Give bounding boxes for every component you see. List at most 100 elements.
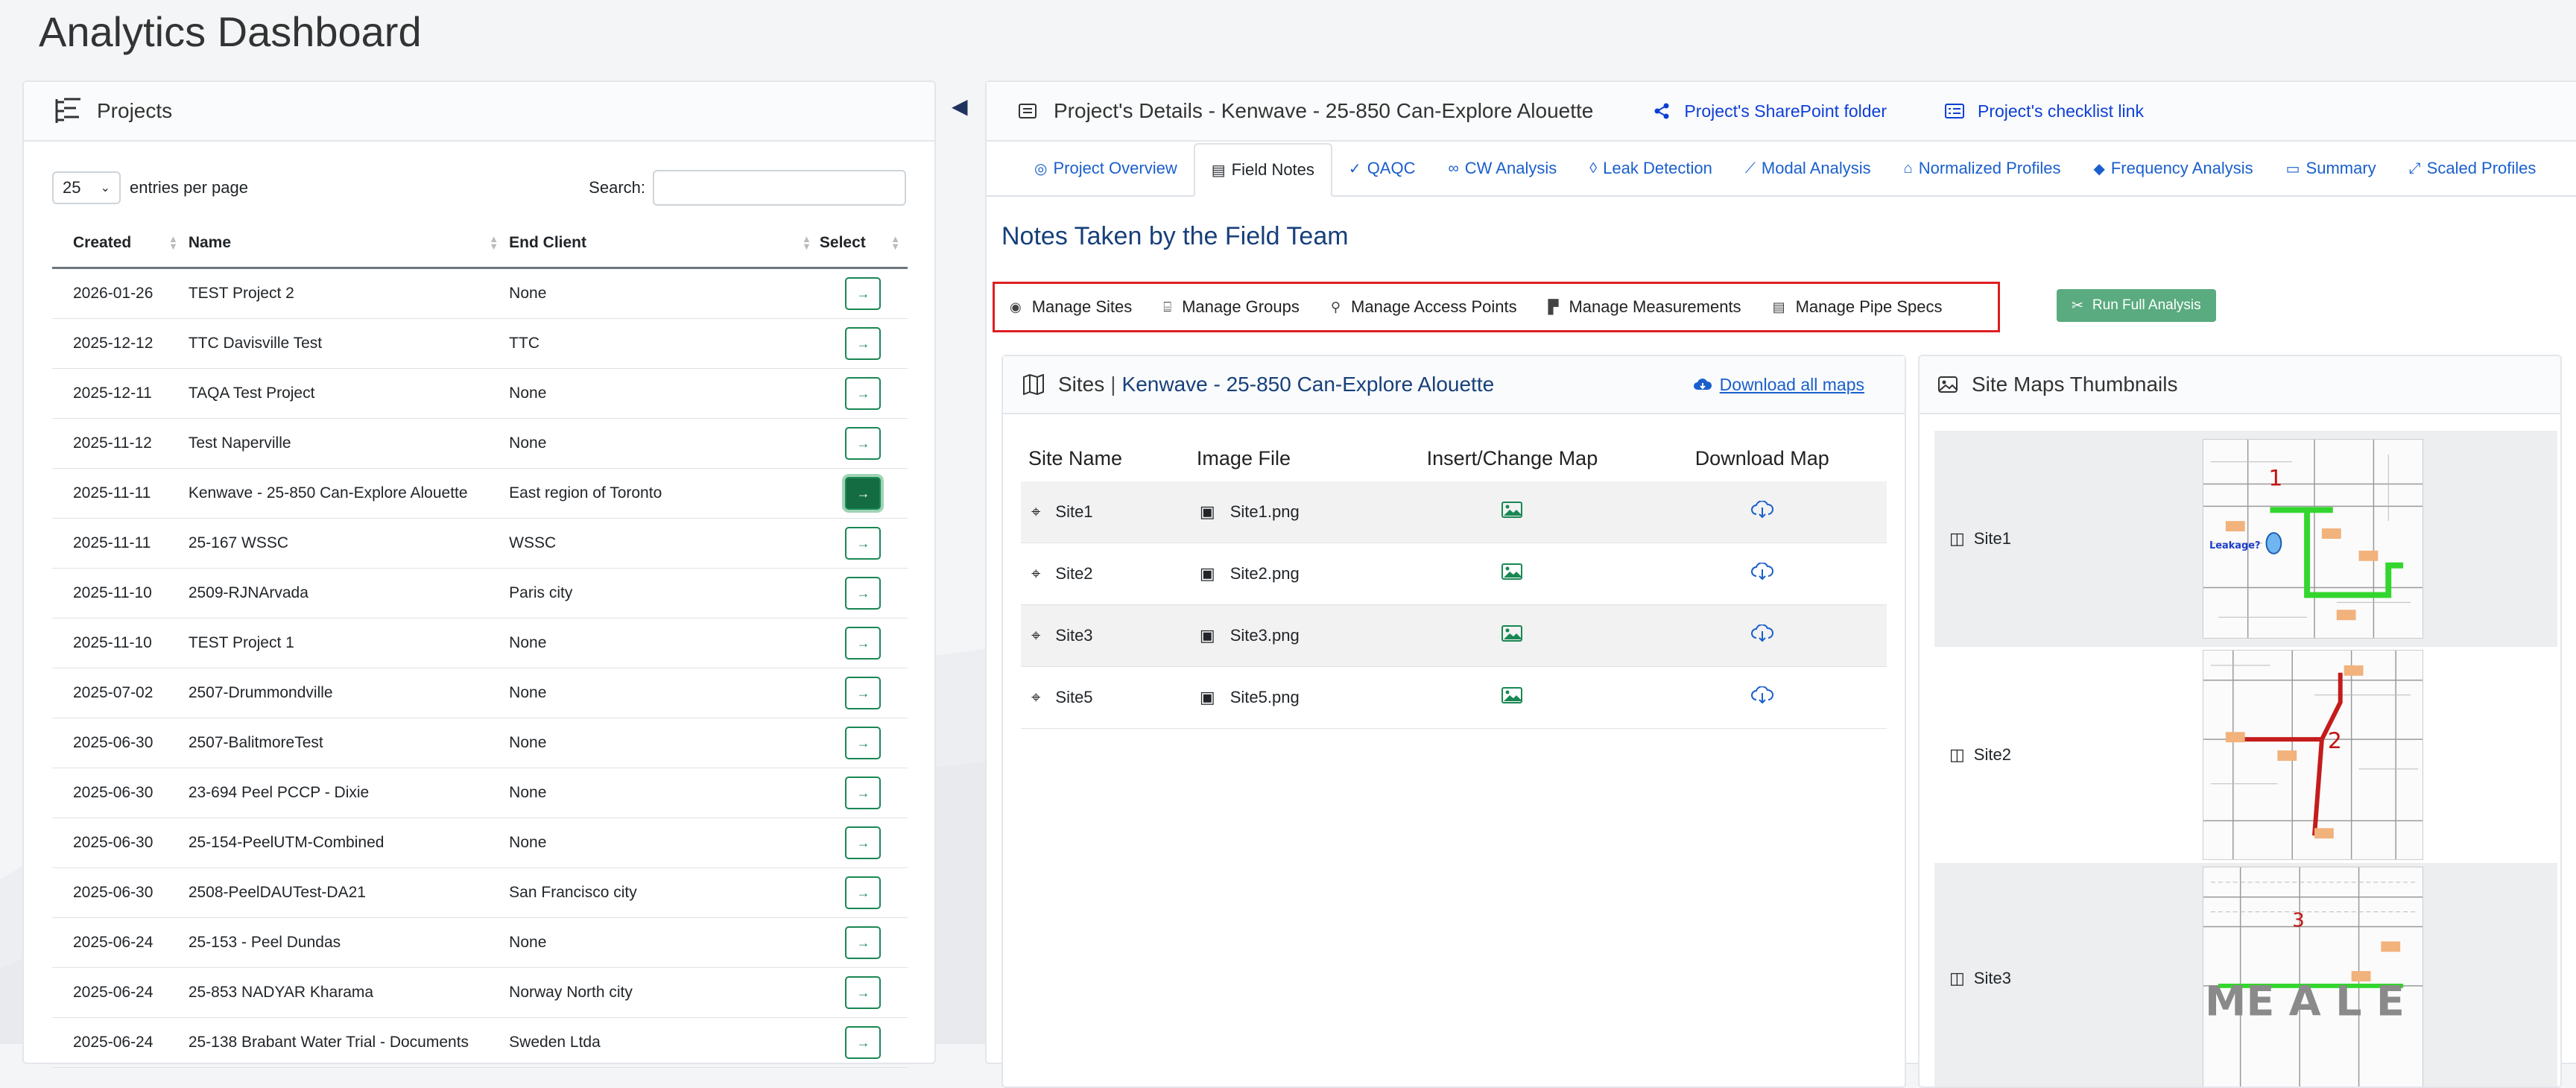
download-all-maps-link[interactable]: Download all maps [1693, 375, 1864, 395]
map-icon: ◫ [1949, 969, 1965, 987]
tab-normalized-profiles[interactable]: ⌂ Normalized Profiles [1887, 142, 2077, 195]
sharepoint-link[interactable]: Project's SharePoint folder [1653, 101, 1887, 121]
select-project-button[interactable]: → [845, 926, 882, 959]
tab-cw-analysis[interactable]: ∞ CW Analysis [1431, 142, 1573, 195]
select-project-button[interactable]: → [845, 427, 882, 460]
tab-label: Frequency Analysis [2110, 159, 2253, 177]
manage-access-points-button[interactable]: ⚲ Manage Access Points [1331, 297, 1517, 317]
tab-icon: ⌂ [1903, 159, 1913, 177]
end-client-cell: Paris city [506, 568, 819, 619]
cloud-download-icon[interactable] [1750, 500, 1773, 519]
select-project-button[interactable]: → [845, 277, 882, 310]
select-project-button[interactable]: → [845, 826, 882, 859]
thumbnails-header: Site Maps Thumbnails [1920, 356, 2560, 414]
tab-frequency-analysis[interactable]: ◆ Frequency Analysis [2077, 142, 2269, 195]
insert-map-image-icon[interactable] [1501, 687, 1523, 703]
select-project-button[interactable]: → [845, 976, 882, 1009]
share-icon [1654, 103, 1669, 119]
column-header-end-client[interactable]: End Client ▲ ▼ [506, 219, 819, 269]
table-row: 2025-11-12 Test Naperville None → [52, 418, 908, 469]
entries-value: 25 [63, 178, 81, 197]
run-full-analysis-button[interactable]: ✂ Run Full Analysis [2057, 289, 2216, 322]
details-header: Project's Details - Kenwave - 25-850 Can… [987, 82, 2576, 142]
name-cell: 25-167 WSSC [185, 518, 507, 569]
thumbnail-row: ◫ Site1 Leakage? 1 [1934, 431, 2557, 647]
tab-icon: ◊ [1589, 159, 1598, 177]
thumbnails-card: Site Maps Thumbnails ◫ Site1 Leakage? 1 [1918, 355, 2562, 1088]
thumbnail-label: ◫ Site3 [1949, 969, 2011, 987]
tab-project-overview[interactable]: ◎ Project Overview [1018, 142, 1194, 195]
tab-scaled-profiles[interactable]: ⤢ Scaled Profiles [2393, 142, 2553, 195]
tab-modal-analysis[interactable]: ⟋ Modal Analysis [1729, 142, 1887, 195]
run-full-analysis-label: Run Full Analysis [2092, 297, 2201, 313]
cloud-download-icon[interactable] [1750, 686, 1773, 704]
column-header-name[interactable]: Name ▲ ▼ [185, 219, 507, 269]
select-project-button[interactable]: → [845, 677, 882, 709]
tab-qaqc[interactable]: ✓ QAQC [1332, 142, 1432, 195]
table-row: 2025-11-10 2509-RJNArvada Paris city → [52, 568, 908, 619]
column-header-select[interactable]: Select ▲ ▼ [818, 219, 908, 269]
manage-pipe-specs-button[interactable]: ▤ Manage Pipe Specs [1773, 297, 1943, 317]
download-all-maps-label: Download all maps [1719, 374, 1864, 394]
thumbnail-row: ◫ Site2 2 [1934, 647, 2557, 863]
cloud-download-icon[interactable] [1750, 624, 1773, 642]
search-label: Search: [589, 178, 645, 197]
thumbnails-title: Site Maps Thumbnails [1972, 373, 2178, 396]
col-insert-change-map: Insert/Change Map [1426, 446, 1598, 469]
site3-map-thumbnail[interactable]: 3 ME A L E [2203, 867, 2423, 1088]
select-project-button[interactable]: → [845, 377, 882, 410]
sharepoint-link-label: Project's SharePoint folder [1684, 101, 1887, 121]
card-list-icon [1944, 104, 1964, 118]
name-cell: Kenwave - 25-850 Can-Explore Alouette [185, 468, 507, 519]
name-cell: 25-153 - Peel Dundas [185, 917, 507, 968]
select-cell: → [818, 518, 908, 569]
select-project-button[interactable]: → [845, 727, 882, 759]
site2-map-thumbnail[interactable]: 2 [2203, 650, 2423, 860]
column-header-created[interactable]: Created ▲ ▼ [52, 219, 186, 269]
notes-title: Notes Taken by the Field Team [1001, 222, 1349, 250]
manage-sites-button[interactable]: ◉ Manage Sites [1010, 297, 1132, 317]
tab-leak-detection[interactable]: ◊ Leak Detection [1573, 142, 1729, 195]
manage-groups-button[interactable]: ⌸ Manage Groups [1163, 297, 1300, 317]
search-input[interactable] [653, 170, 906, 206]
sort-icon: ▲ ▼ [890, 233, 900, 252]
file-image-icon: ▣ [1199, 688, 1215, 706]
end-client-cell: San Francisco city [506, 867, 819, 918]
tab-icon: ▤ [1211, 162, 1226, 179]
select-project-button[interactable]: → [845, 577, 882, 610]
sites-title: Sites [1058, 373, 1105, 396]
tab-field-notes[interactable]: ▤ Field Notes [1193, 143, 1332, 197]
document-icon [1019, 104, 1037, 118]
sites-project-name: Kenwave - 25-850 Can-Explore Alouette [1121, 373, 1495, 396]
insert-map-image-icon[interactable] [1501, 625, 1523, 642]
details-title: Project's Details - Kenwave - 25-850 Can… [1054, 99, 1594, 122]
insert-map-image-icon[interactable] [1501, 563, 1523, 580]
site1-map-thumbnail[interactable]: Leakage? 1 [2203, 439, 2423, 639]
select-project-button[interactable]: → [845, 876, 882, 909]
select-project-button[interactable]: → [845, 777, 882, 809]
search-wrap: Search: [589, 170, 906, 206]
map-number: 1 [2268, 466, 2282, 492]
collapse-panel-icon[interactable]: ◀ [952, 94, 968, 118]
created-cell: 2025-11-12 [52, 418, 186, 469]
site-row: ⌖ Site5 ▣ Site5.png [1021, 666, 1887, 729]
created-cell: 2025-06-24 [52, 1017, 186, 1068]
tab-summary[interactable]: ▭ Summary [2270, 142, 2393, 195]
checklist-link[interactable]: Project's checklist link [1944, 101, 2144, 121]
select-project-button[interactable]: → [845, 1026, 882, 1059]
end-client-cell: None [506, 817, 819, 868]
entries-per-page-select[interactable]: 25 ⌄ [52, 171, 121, 204]
table-row: 2025-12-12 TTC Davisville Test TTC → [52, 318, 908, 369]
cloud-download-icon[interactable] [1750, 562, 1773, 581]
select-project-button[interactable]: → [845, 327, 882, 360]
select-project-button[interactable]: → [845, 477, 882, 510]
select-project-button[interactable]: → [845, 527, 882, 560]
manage-measurements-button[interactable]: ▛ Manage Measurements [1548, 297, 1741, 317]
tab-icon: ∞ [1448, 159, 1459, 177]
table-row: 2025-06-24 25-853 NADYAR Kharama Norway No… [52, 967, 908, 1018]
insert-map-image-icon[interactable] [1501, 502, 1523, 518]
select-project-button[interactable]: → [845, 627, 882, 660]
tab-icon: ◆ [2093, 160, 2105, 177]
sites-table: Site Name Image File Insert/Change Map D… [1021, 435, 1887, 729]
thumbnail-label: ◫ Site1 [1949, 529, 2011, 548]
